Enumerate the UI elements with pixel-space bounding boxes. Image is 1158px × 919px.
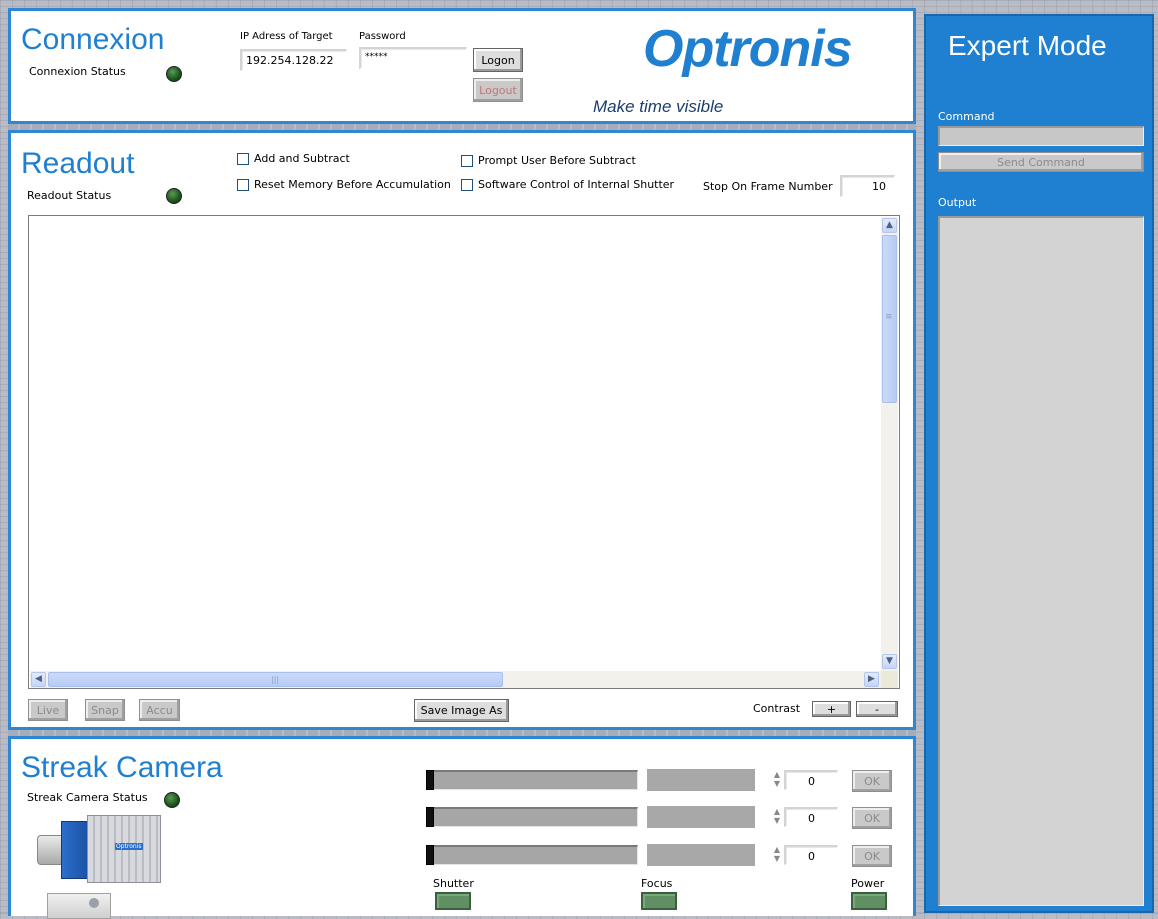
horizontal-grip-icon: |||: [271, 675, 280, 684]
readout-title: Readout: [21, 147, 135, 180]
streak-numeric-2[interactable]: 0: [784, 807, 838, 827]
streak-ok-button-2[interactable]: OK: [852, 807, 892, 829]
controller-unit: [47, 893, 111, 919]
streak-numeric-3[interactable]: 0: [784, 845, 838, 865]
stop-frame-field[interactable]: 10: [840, 175, 895, 197]
readout-panel: Readout Readout Status Add and Subtract …: [8, 130, 916, 730]
logon-button[interactable]: Logon: [473, 48, 523, 72]
software-control-label: Software Control of Internal Shutter: [478, 178, 675, 191]
power-indicator: [851, 892, 887, 910]
expert-mode-panel: Expert Mode Command Send Command Output: [924, 14, 1154, 913]
add-subtract-checkbox[interactable]: [237, 153, 249, 165]
scroll-up-arrow[interactable]: ▲: [882, 218, 897, 233]
command-label: Command: [938, 110, 995, 123]
streak-spinner-3-icon[interactable]: ▲ ▼: [772, 845, 782, 865]
software-control-checkbox[interactable]: [461, 179, 473, 191]
vertical-scroll-thumb[interactable]: ≡: [882, 235, 897, 403]
connexion-panel: Connexion Connexion Status IP Adress of …: [8, 8, 916, 124]
shutter-indicator: [435, 892, 471, 910]
output-area: [938, 216, 1144, 906]
horizontal-scroll-thumb[interactable]: |||: [48, 672, 503, 687]
scroll-corner: [881, 671, 898, 688]
vertical-grip-icon: ≡: [885, 312, 893, 322]
scroll-right-arrow[interactable]: ▶: [864, 672, 879, 687]
streak-slider-1-knob[interactable]: [426, 770, 434, 790]
reset-memory-checkbox[interactable]: [237, 179, 249, 191]
save-image-button[interactable]: Save Image As: [414, 699, 509, 722]
snap-button[interactable]: Snap: [85, 699, 125, 721]
focus-indicator: [641, 892, 677, 910]
contrast-plus-button[interactable]: +: [812, 701, 851, 717]
controller-knob-icon: [89, 898, 99, 908]
readout-status-led: [166, 188, 182, 204]
scroll-down-arrow[interactable]: ▼: [882, 654, 897, 669]
connexion-status-led: [166, 66, 182, 82]
reset-memory-label: Reset Memory Before Accumulation: [254, 178, 451, 191]
logout-button[interactable]: Logout: [473, 78, 523, 102]
streak-spinner-1-icon[interactable]: ▲ ▼: [772, 770, 782, 790]
scroll-left-arrow[interactable]: ◀: [31, 672, 46, 687]
streak-control-row-3: ▲ ▼ 0 OK: [11, 844, 911, 868]
streak-value-box-3: [647, 844, 755, 866]
command-input[interactable]: [938, 126, 1144, 146]
streak-numeric-1[interactable]: 0: [784, 770, 838, 790]
expert-mode-title: Expert Mode: [948, 30, 1107, 61]
shutter-label: Shutter: [433, 877, 474, 890]
streak-slider-2-knob[interactable]: [426, 807, 434, 827]
password-label: Password: [359, 31, 406, 42]
streak-slider-1[interactable]: [426, 770, 638, 790]
ip-label: IP Adress of Target: [240, 31, 333, 42]
send-command-button[interactable]: Send Command: [938, 152, 1144, 172]
ip-address-field[interactable]: 192.254.128.22: [240, 49, 347, 71]
power-label: Power: [851, 877, 885, 890]
streak-value-box-2: [647, 806, 755, 828]
connexion-status-label: Connexion Status: [29, 65, 126, 78]
streak-slider-3[interactable]: [426, 845, 638, 865]
streak-slider-3-knob[interactable]: [426, 845, 434, 865]
output-label: Output: [938, 196, 977, 209]
focus-label: Focus: [641, 877, 673, 890]
streak-spinner-2-icon[interactable]: ▲ ▼: [772, 807, 782, 827]
streak-control-row-1: ▲ ▼ 0 OK: [11, 769, 911, 793]
streak-camera-panel: Streak Camera Streak Camera Status Optro…: [8, 736, 916, 919]
image-display[interactable]: ▲ ≡ ▼ ◀ ||| ▶: [28, 215, 900, 689]
streak-ok-button-3[interactable]: OK: [852, 845, 892, 867]
add-subtract-label: Add and Subtract: [254, 152, 350, 165]
password-field[interactable]: *****: [359, 47, 467, 69]
streak-slider-2[interactable]: [426, 807, 638, 827]
prompt-user-checkbox[interactable]: [461, 155, 473, 167]
horizontal-scrollbar[interactable]: ◀ ||| ▶: [30, 671, 881, 688]
prompt-user-label: Prompt User Before Subtract: [478, 154, 636, 167]
stop-frame-label: Stop On Frame Number: [703, 180, 833, 193]
readout-status-label: Readout Status: [27, 189, 112, 202]
brand-tagline: Make time visible: [593, 97, 724, 116]
accu-button[interactable]: Accu: [139, 699, 180, 721]
contrast-minus-button[interactable]: -: [856, 701, 898, 717]
streak-control-row-2: ▲ ▼ 0 OK: [11, 806, 911, 830]
vertical-scrollbar[interactable]: ▲ ≡ ▼: [881, 217, 898, 671]
streak-ok-button-1[interactable]: OK: [852, 770, 892, 792]
optronis-logo: Optronis: [643, 20, 853, 78]
streak-value-box-1: [647, 769, 755, 791]
contrast-label: Contrast: [753, 702, 801, 715]
connexion-title: Connexion: [21, 23, 165, 56]
live-button[interactable]: Live: [28, 699, 68, 721]
